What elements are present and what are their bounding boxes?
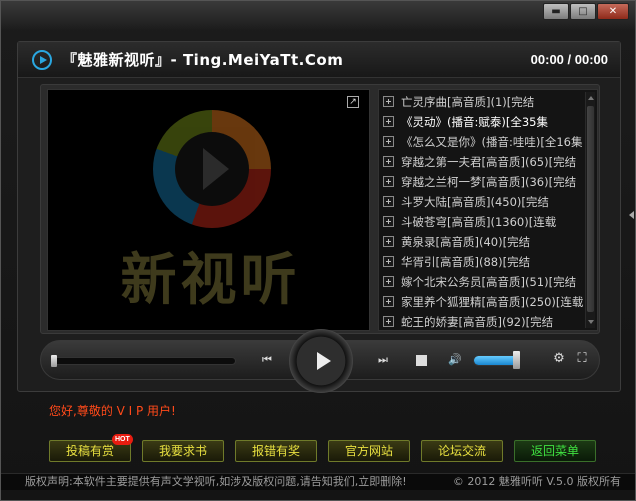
playlist-item-label: 华胥引[高音质](88)[完结	[401, 254, 531, 269]
button-label: 官方网站	[344, 444, 393, 458]
playlist-item[interactable]: 华胥引[高音质](88)[完结	[383, 252, 583, 271]
close-button[interactable]: ✕	[597, 3, 629, 20]
expand-plus-icon[interactable]	[383, 276, 394, 287]
volume-fill	[474, 356, 514, 365]
playlist-item-label: 家里养个狐狸精[高音质](250)[连载	[401, 294, 583, 309]
playlist-item-label: 黄泉录[高音质](40)[完结	[401, 234, 531, 249]
scroll-down-icon[interactable]	[588, 320, 594, 324]
version-info: © 2012 魅雅听听 V.5.0 版权所有	[452, 475, 621, 488]
content-panel: ↗ 新视听 亡灵序曲[高音质](1)[完结 《灵动》(播音:赋泰)[全35集《怎么…	[40, 84, 600, 334]
volume-handle[interactable]	[513, 351, 520, 369]
playlist-item-label: 《灵动》(播音:赋泰)[全35集	[401, 114, 548, 129]
playlist-item[interactable]: 《怎么又是你》(播音:哇哇)[全16集	[383, 132, 583, 151]
brand-logo-icon	[153, 110, 271, 228]
seek-handle[interactable]	[51, 355, 57, 367]
playlist-item[interactable]: 黄泉录[高音质](40)[完结	[383, 232, 583, 251]
hot-badge: HOT	[112, 434, 133, 445]
button-label: 投稿有赏	[65, 444, 114, 458]
playlist-item-label: 斗破苍穹[高音质](1360)[连载	[401, 214, 557, 229]
expand-plus-icon[interactable]	[383, 296, 394, 307]
playlist-item[interactable]: 穿越之第一夫君[高音质](65)[完结	[383, 152, 583, 171]
expand-plus-icon[interactable]	[383, 136, 394, 147]
playlist-item-label: 蛇王的娇妻[高音质](92)[完结	[401, 314, 554, 329]
playlist-item[interactable]: 斗破苍穹[高音质](1360)[连载	[383, 212, 583, 231]
expand-plus-icon[interactable]	[383, 156, 394, 167]
playlist: 亡灵序曲[高音质](1)[完结 《灵动》(播音:赋泰)[全35集《怎么又是你》(播…	[378, 89, 598, 331]
expand-plus-icon[interactable]	[383, 96, 394, 107]
button-label: 返回菜单	[530, 444, 579, 458]
button-label: 报错有奖	[251, 444, 300, 458]
submit-reward-button[interactable]: 投稿有赏 HOT	[49, 434, 133, 462]
playlist-item[interactable]: 蛇王的娇妻[高音质](92)[完结	[383, 312, 583, 330]
video-area[interactable]: ↗ 新视听	[47, 89, 370, 331]
control-bar: ⏮ ⏭ 🔊 ⚙ ⛶	[40, 329, 600, 393]
seek-bar[interactable]	[51, 355, 236, 367]
expand-plus-icon[interactable]	[383, 176, 394, 187]
expand-plus-icon[interactable]	[383, 196, 394, 207]
volume-icon[interactable]: 🔊	[445, 353, 465, 367]
time-display: 00:00 / 00:00	[530, 52, 608, 67]
expand-plus-icon[interactable]	[383, 236, 394, 247]
logo-icon	[32, 49, 52, 70]
maximize-button[interactable]: □	[570, 3, 596, 20]
playlist-item[interactable]: 《灵动》(播音:赋泰)[全35集	[383, 112, 583, 131]
playlist-scrollbar[interactable]	[585, 92, 595, 328]
previous-icon[interactable]: ⏮	[257, 353, 277, 367]
playlist-item-label: 穿越之兰柯一梦[高音质](36)[完结	[401, 174, 577, 189]
expand-plus-icon[interactable]	[383, 316, 394, 327]
playlist-item[interactable]: 家里养个狐狸精[高音质](250)[连载	[383, 292, 583, 311]
official-site-button[interactable]: 官方网站	[328, 440, 410, 462]
scroll-up-icon[interactable]	[588, 96, 594, 100]
next-icon[interactable]: ⏭	[373, 353, 393, 367]
forum-button[interactable]: 论坛交流	[421, 440, 503, 462]
playlist-item-label: 斗罗大陆[高音质](450)[完结	[401, 194, 549, 209]
expand-plus-icon[interactable]	[383, 116, 394, 127]
playlist-item[interactable]: 嫁个北宋公务员[高音质](51)[完结	[383, 272, 583, 291]
button-label: 我要求书	[158, 444, 207, 458]
playlist-item[interactable]: 穿越之兰柯一梦[高音质](36)[完结	[383, 172, 583, 191]
window-controls: ▬ □ ✕	[543, 3, 629, 20]
back-menu-button[interactable]: 返回菜单	[514, 440, 596, 462]
stop-button[interactable]	[416, 355, 427, 366]
brand-text: 新视听	[120, 248, 301, 313]
fullscreen-icon[interactable]: ⛶	[574, 352, 590, 366]
app-window: ▬ □ ✕ 『魅雅新视听』- Ting.MeiYaTt.Com 00:00 / …	[0, 0, 636, 501]
expand-plus-icon[interactable]	[383, 216, 394, 227]
expand-plus-icon[interactable]	[383, 256, 394, 267]
side-grip-icon[interactable]	[629, 211, 634, 219]
copyright-notice: 版权声明:本软件主要提供有声文学视听,如涉及版权问题,请告知我们,立即删除!	[25, 475, 407, 488]
button-label: 论坛交流	[437, 444, 486, 458]
expand-icon[interactable]: ↗	[347, 96, 359, 108]
page-title: 『魅雅新视听』- Ting.MeiYaTt.Com	[62, 51, 344, 69]
scroll-thumb[interactable]	[587, 106, 594, 312]
playlist-item[interactable]: 斗罗大陆[高音质](450)[完结	[383, 192, 583, 211]
welcome-message: 您好,尊敬的 V I P 用户!	[49, 404, 176, 418]
play-button[interactable]	[289, 329, 353, 393]
request-book-button[interactable]: 我要求书	[142, 440, 224, 462]
playlist-item-label: 嫁个北宋公务员[高音质](51)[完结	[401, 274, 577, 289]
playlist-item[interactable]: 亡灵序曲[高音质](1)[完结	[383, 92, 583, 111]
playlist-item-label: 穿越之第一夫君[高音质](65)[完结	[401, 154, 577, 169]
player-frame: 『魅雅新视听』- Ting.MeiYaTt.Com 00:00 / 00:00 …	[17, 41, 621, 393]
player-header: 『魅雅新视听』- Ting.MeiYaTt.Com 00:00 / 00:00	[18, 42, 620, 78]
minimize-button[interactable]: ▬	[543, 3, 569, 20]
playlist-item-label: 《怎么又是你》(播音:哇哇)[全16集	[401, 134, 583, 149]
playlist-item-label: 亡灵序曲[高音质](1)[完结	[401, 94, 535, 109]
footer: 版权声明:本软件主要提供有声文学视听,如涉及版权问题,请告知我们,立即删除! ©…	[1, 473, 635, 490]
report-error-button[interactable]: 报错有奖	[235, 440, 317, 462]
settings-icon[interactable]: ⚙	[551, 352, 567, 366]
